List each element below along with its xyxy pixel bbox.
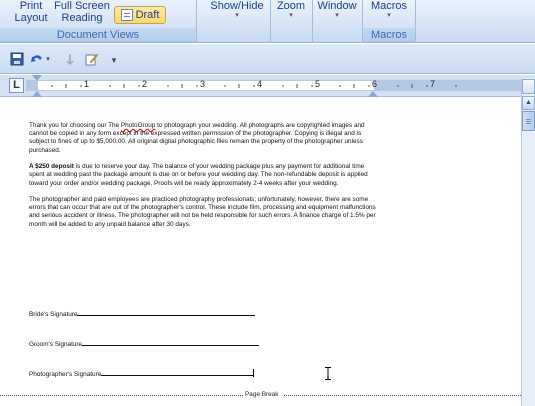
ibeam-cursor-icon — [325, 367, 331, 380]
grip-icon — [526, 119, 531, 120]
document-views-group-label: Document Views — [0, 28, 196, 42]
edit-document-icon[interactable] — [84, 52, 100, 68]
bride-signature-line: Bride's Signature — [29, 310, 256, 318]
group-separator — [270, 0, 271, 43]
chevron-down-icon: ▾ — [335, 12, 339, 19]
redo-icon[interactable] — [62, 52, 78, 68]
undo-icon[interactable] — [29, 52, 45, 68]
word-window: Print Layout Full Screen Reading Draft D… — [0, 0, 535, 406]
draft-icon — [120, 9, 133, 22]
signature-underline — [77, 310, 256, 316]
scroll-up-button[interactable]: ▲ — [522, 96, 535, 110]
show-hide-button[interactable]: Show/Hide ▾ — [206, 0, 268, 20]
page-break-label: Page Break — [243, 391, 281, 398]
group-separator — [196, 0, 197, 43]
print-layout-label-2: Layout — [14, 12, 48, 24]
save-icon[interactable] — [9, 52, 25, 68]
page-break-line-right — [284, 395, 521, 396]
full-screen-label-2: Reading — [61, 12, 103, 24]
page-break: Page Break — [0, 391, 521, 399]
paragraph-copyright: Thank you for choosing our The PhotoGrou… — [29, 122, 379, 155]
ribbon-view-tab: Print Layout Full Screen Reading Draft D… — [0, 0, 535, 43]
scrollbar-thumb[interactable] — [522, 111, 535, 131]
zoom-label: Zoom — [276, 0, 306, 12]
right-indent-marker[interactable] — [368, 91, 378, 97]
ruler-ticks — [51, 84, 457, 88]
paragraph-liability: The photographer and paid employees are … — [29, 196, 376, 228]
undo-dropdown-icon[interactable]: ▾ — [44, 52, 52, 68]
macros-group-label: Macros — [363, 28, 415, 42]
group-separator — [415, 0, 416, 43]
draft-button[interactable]: Draft — [114, 6, 166, 24]
view-ruler-button[interactable] — [522, 79, 535, 94]
page-break-line-left — [0, 395, 243, 396]
chevron-down-icon: ▾ — [387, 12, 391, 19]
paragraph-deposit: A $250 deposit is due to reserve your da… — [29, 163, 379, 188]
window-button[interactable]: Window ▾ — [314, 0, 360, 20]
full-screen-label-1: Full Screen — [54, 0, 110, 12]
text-run: Thank you for choosing our The — [29, 122, 121, 129]
quick-access-toolbar: ▾ ▾ — [0, 44, 535, 74]
groom-signature-line: Groom's Signature — [29, 340, 260, 348]
photographer-signature-line: Photographer's Signature — [29, 369, 255, 378]
text-run: is due to reserve your day. The balance … — [29, 163, 368, 187]
left-indent-marker[interactable] — [32, 91, 42, 97]
customize-toolbar-icon[interactable]: ▾ — [106, 52, 122, 68]
group-separator — [312, 0, 313, 43]
macros-button[interactable]: Macros ▾ — [366, 0, 412, 20]
window-label: Window — [317, 0, 357, 12]
bold-text: A $250 deposit — [29, 163, 74, 171]
bride-signature-label: Bride's Signature — [29, 311, 78, 318]
signature-underline — [101, 370, 254, 376]
tab-selector[interactable]: L — [9, 78, 24, 93]
print-layout-button[interactable]: Print Layout — [10, 0, 52, 24]
misspelled-word[interactable]: PhotoGroup — [121, 122, 155, 129]
text-cursor — [253, 369, 255, 377]
signature-underline — [82, 340, 260, 346]
draft-label: Draft — [135, 9, 160, 21]
groom-signature-label: Groom's Signature — [29, 341, 83, 348]
chevron-down-icon: ▾ — [289, 12, 293, 19]
macros-label: Macros — [370, 0, 408, 12]
document-body[interactable]: Thank you for choosing our The PhotoGrou… — [29, 122, 379, 237]
arrow-up-icon: ▲ — [525, 99, 532, 106]
chevron-down-icon: ▾ — [235, 12, 239, 19]
show-hide-label: Show/Hide — [210, 0, 264, 12]
zoom-button[interactable]: Zoom ▾ — [272, 0, 310, 20]
full-screen-reading-button[interactable]: Full Screen Reading — [52, 0, 112, 24]
photographer-signature-label: Photographer's Signature — [29, 371, 102, 378]
ruler-left-margin — [26, 80, 38, 91]
print-layout-label-1: Print — [19, 0, 43, 12]
